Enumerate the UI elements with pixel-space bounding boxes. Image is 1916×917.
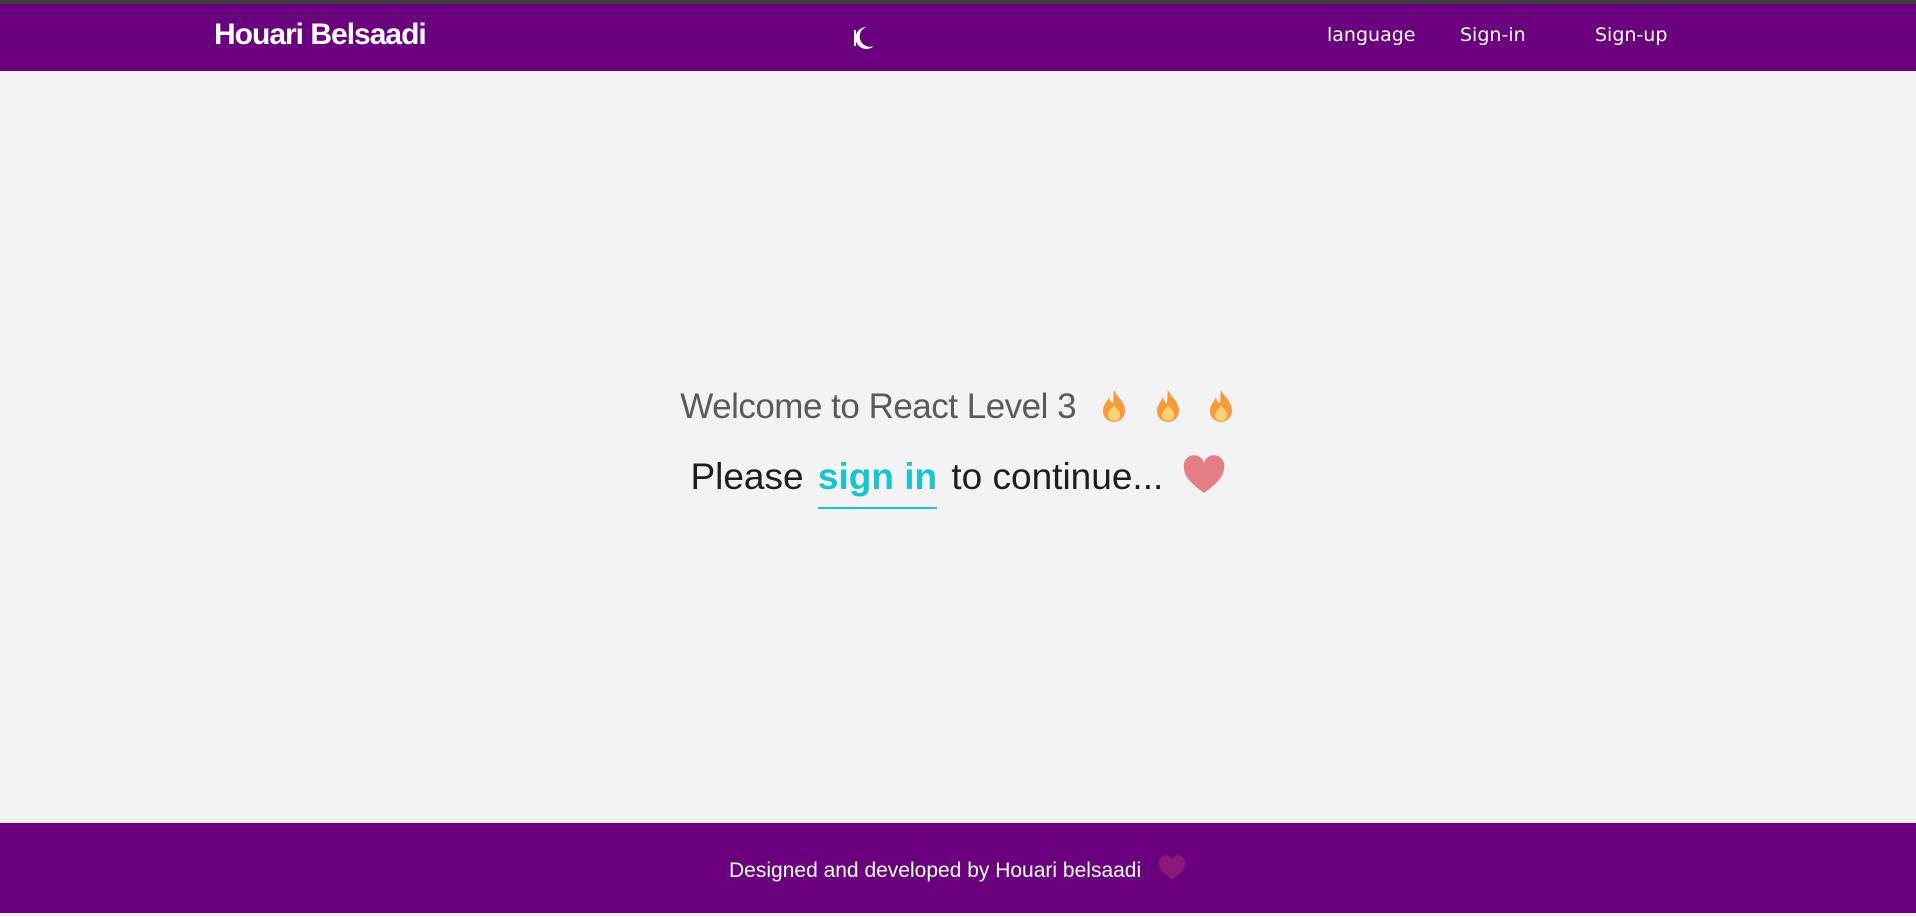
moon-icon[interactable] xyxy=(852,24,876,52)
nav-language-link[interactable]: language xyxy=(1327,24,1415,46)
window-bottom-strip xyxy=(0,913,1916,917)
main-content: Welcome to React Level 3 Please sign in … xyxy=(0,71,1916,823)
prompt-suffix: to continue... xyxy=(951,456,1164,497)
fire-icon xyxy=(1153,388,1183,424)
fire-icon xyxy=(1099,388,1129,424)
fire-icon xyxy=(1206,388,1236,424)
brand-logo[interactable]: Houari Belsaadi xyxy=(214,18,427,52)
nav-signin-link[interactable]: Sign-in xyxy=(1460,24,1526,46)
footer: Designed and developed by Houari belsaad… xyxy=(0,823,1916,913)
welcome-heading: Welcome to React Level 3 xyxy=(0,387,1916,427)
heart-icon xyxy=(1182,455,1226,495)
prompt-prefix: Please xyxy=(690,456,804,497)
welcome-text: Welcome to React Level 3 xyxy=(680,387,1077,426)
footer-credit: Designed and developed by Houari belsaad… xyxy=(0,855,1916,883)
nav-signup-link[interactable]: Sign-up xyxy=(1595,24,1667,46)
navbar: Houari Belsaadi language Sign-in Sign-up xyxy=(0,4,1916,71)
signin-link[interactable]: sign in xyxy=(817,456,938,509)
signin-prompt: Please sign in to continue... xyxy=(0,455,1916,509)
footer-text: Designed and developed by Houari belsaad… xyxy=(729,859,1142,882)
heart-icon xyxy=(1157,855,1187,881)
